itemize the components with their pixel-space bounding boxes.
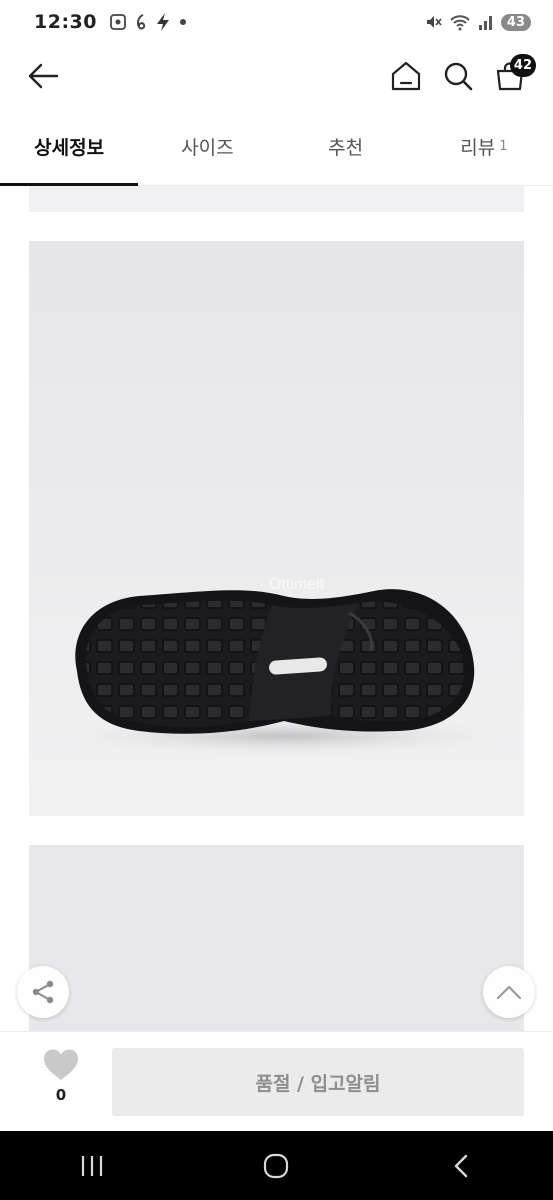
share-button[interactable] <box>17 966 69 1018</box>
search-icon <box>444 62 473 91</box>
tab-size[interactable]: 사이즈 <box>138 108 276 184</box>
like-button[interactable]: 0 <box>30 1048 92 1118</box>
watermark-text: Ottimelt <box>269 576 325 593</box>
tab-label: 사이즈 <box>181 136 234 159</box>
chevron-up-icon <box>496 985 522 1000</box>
back-nav-button[interactable] <box>421 1136 501 1196</box>
shoe-sole-image <box>54 589 514 756</box>
status-right-icons: 43 <box>425 13 531 31</box>
arrow-left-icon <box>28 63 59 89</box>
bolt-icon <box>156 13 169 31</box>
like-count: 0 <box>55 1086 67 1104</box>
soldout-restock-alert-button[interactable]: 품절 / 입고알림 <box>112 1048 524 1116</box>
dot-icon <box>179 19 186 25</box>
product-image-next <box>29 845 524 1031</box>
product-image: Ottimelt <box>29 241 524 816</box>
home-button[interactable] <box>386 56 426 96</box>
cart-button[interactable]: 42 <box>490 54 536 96</box>
mute-icon <box>426 16 442 28</box>
tab-recommend[interactable]: 추천 <box>277 108 415 184</box>
product-tabs: 상세정보 사이즈 추천 리뷰 1 <box>0 108 553 186</box>
wifi-icon <box>450 15 470 31</box>
app-header: 42 <box>0 44 553 108</box>
chevron-left-icon <box>454 1154 468 1177</box>
signal-icon <box>478 16 492 30</box>
product-detail-content: Ottimelt <box>0 186 553 1031</box>
search-button[interactable] <box>438 56 478 96</box>
screenshot-icon <box>110 14 126 30</box>
recent-apps-icon <box>82 1155 103 1176</box>
tab-details[interactable]: 상세정보 <box>0 108 139 186</box>
tab-review[interactable]: 리뷰 1 <box>415 108 553 184</box>
home-nav-button[interactable] <box>236 1136 316 1196</box>
product-image-previous <box>29 186 524 212</box>
bottom-action-bar: 0 품절 / 입고알림 <box>0 1031 553 1131</box>
status-bar: 12:30 43 <box>0 0 553 44</box>
status-time: 12:30 <box>34 11 97 33</box>
tab-label: 추천 <box>328 136 364 159</box>
scroll-to-top-button[interactable] <box>483 966 535 1018</box>
cart-count-badge: 42 <box>509 54 536 77</box>
sync-icon <box>137 14 146 30</box>
status-left-icons <box>109 12 187 32</box>
heart-icon <box>44 1049 78 1080</box>
system-nav-bar <box>0 1131 553 1200</box>
home-icon <box>391 61 421 91</box>
recent-apps-button[interactable] <box>52 1136 132 1196</box>
tab-label: 상세정보 <box>34 136 105 159</box>
tab-label: 리뷰 <box>460 136 496 159</box>
back-button[interactable] <box>22 56 64 96</box>
battery-indicator: 43 <box>500 13 531 31</box>
home-circle-icon <box>264 1153 289 1178</box>
review-count: 1 <box>499 138 508 154</box>
share-icon <box>32 980 54 1004</box>
